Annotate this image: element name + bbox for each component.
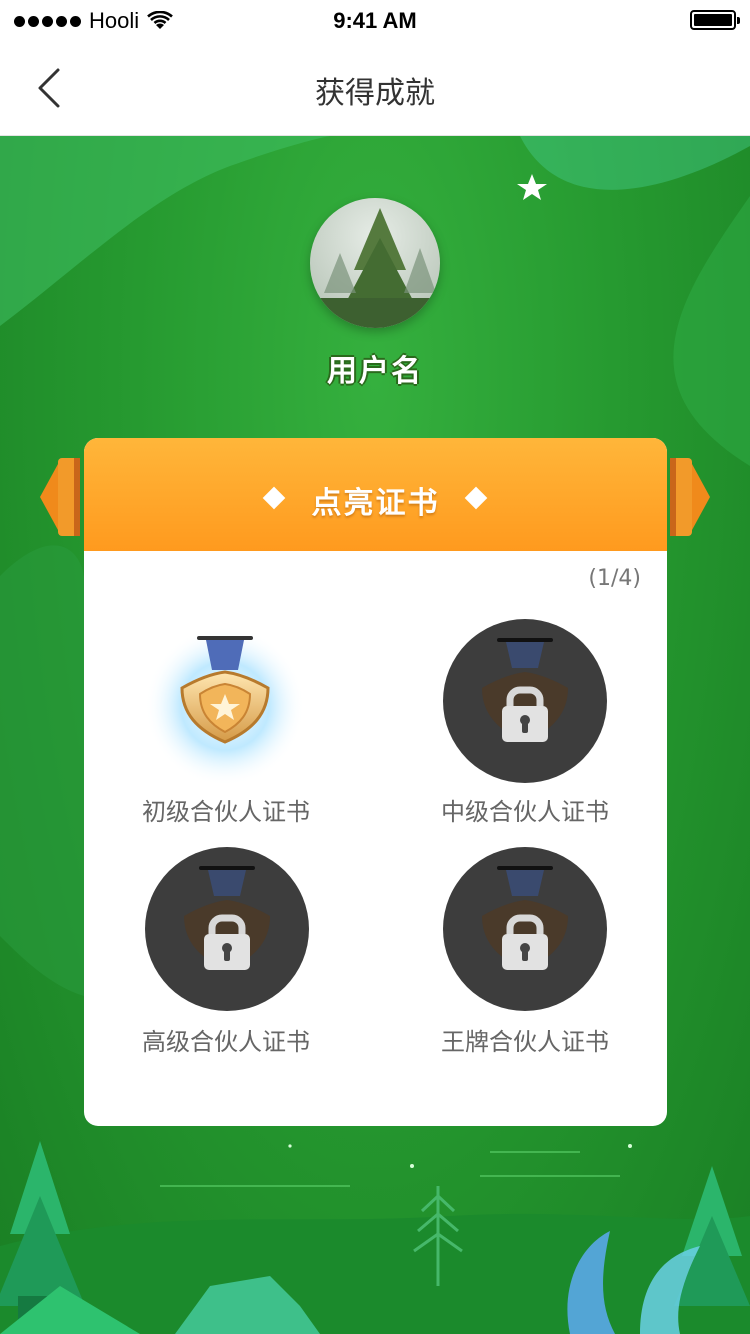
- ribbon-left: [40, 458, 80, 536]
- certificate-card: 点亮证书 (1/4) 初级合伙人证书 中级合伙人证书 高级合伙人证书 王牌合伙人…: [84, 438, 667, 1126]
- ribbon-right: [670, 458, 710, 536]
- nav-bar: 获得成就: [0, 40, 750, 136]
- certificate-junior-medal[interactable]: [142, 618, 308, 786]
- certificate-label: 中级合伙人证书: [441, 798, 609, 826]
- avatar[interactable]: [310, 198, 440, 328]
- locked-medal-icon: [443, 619, 607, 783]
- certificate-intermediate-locked[interactable]: [442, 618, 608, 784]
- username: 用户名: [327, 354, 423, 389]
- certificate-senior-locked[interactable]: [144, 846, 310, 1012]
- locked-medal-icon: [443, 847, 607, 1011]
- certificate-label: 高级合伙人证书: [142, 1028, 310, 1056]
- battery-icon: [690, 10, 740, 30]
- status-bar: Hooli 9:41 AM: [0, 0, 750, 40]
- page-title: 获得成就: [315, 76, 435, 111]
- avatar-image: [310, 198, 440, 328]
- certificate-progress: (1/4): [588, 566, 641, 591]
- medal-icon: [145, 626, 305, 786]
- card-title: 点亮证书: [311, 486, 440, 521]
- card-header: 点亮证书: [84, 438, 667, 551]
- certificate-label: 初级合伙人证书: [142, 798, 310, 826]
- locked-medal-icon: [145, 847, 309, 1011]
- status-time: 9:41 AM: [333, 8, 417, 33]
- certificate-ace-locked[interactable]: [442, 846, 608, 1012]
- certificate-label: 王牌合伙人证书: [441, 1028, 609, 1056]
